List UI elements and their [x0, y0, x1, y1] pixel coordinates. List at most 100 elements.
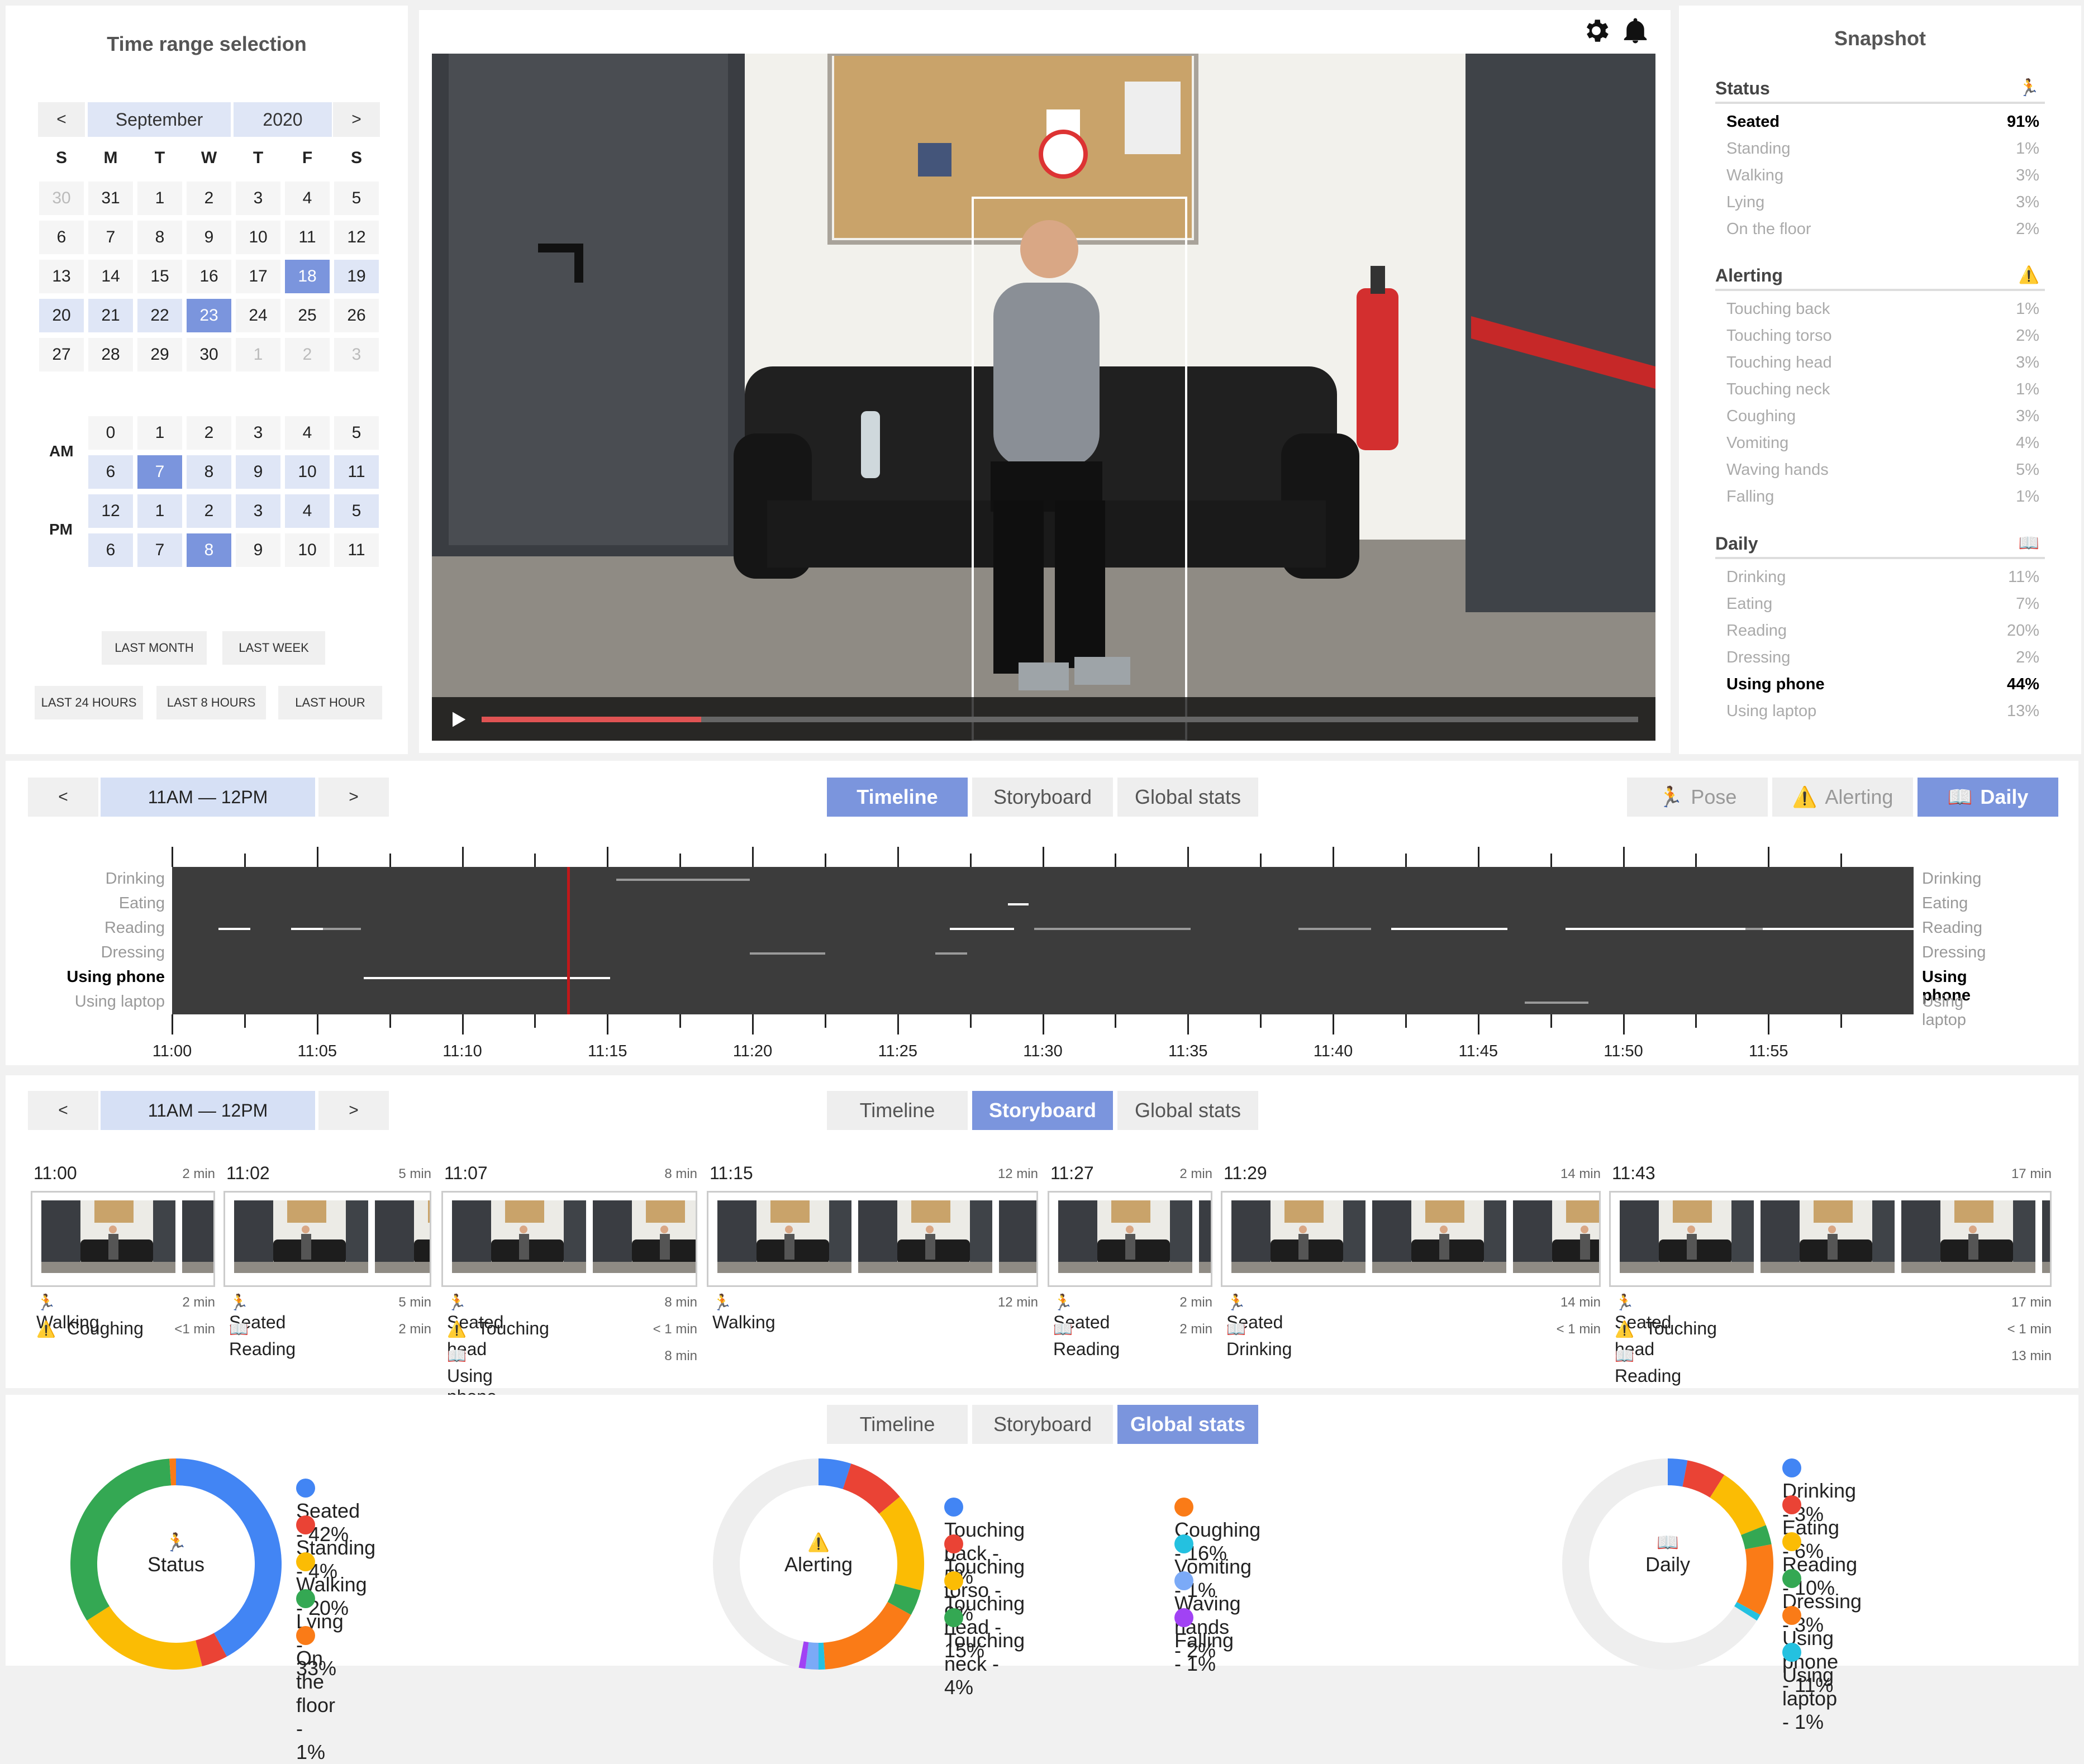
- hour-cell[interactable]: 1: [137, 416, 182, 450]
- tab-global-stats[interactable]: Global stats: [1117, 1405, 1258, 1444]
- tab-storyboard[interactable]: Storyboard: [972, 778, 1113, 817]
- hour-cell[interactable]: 3: [236, 494, 280, 528]
- tab-timeline[interactable]: Timeline: [827, 1091, 968, 1130]
- donut-slice[interactable]: [199, 1645, 220, 1653]
- last-month-button[interactable]: LAST MONTH: [102, 631, 207, 665]
- storyboard-thumbnail[interactable]: [999, 1200, 1038, 1273]
- timeline-segment[interactable]: [323, 928, 361, 930]
- timeline-segment[interactable]: [1008, 903, 1028, 905]
- calendar-day[interactable]: 4: [285, 182, 330, 215]
- tab-timeline[interactable]: Timeline: [827, 1405, 968, 1444]
- filter-pose-button[interactable]: 🏃Pose: [1627, 778, 1768, 817]
- donut-slice[interactable]: [801, 1655, 807, 1656]
- calendar-day[interactable]: 14: [88, 260, 133, 293]
- timeline-prev-button[interactable]: <: [28, 778, 98, 817]
- donut-slice[interactable]: [824, 1608, 899, 1656]
- hour-cell[interactable]: 1: [137, 494, 182, 528]
- hour-cell[interactable]: 10: [285, 533, 330, 567]
- timeline-segment[interactable]: [1566, 928, 1745, 930]
- hour-cell[interactable]: 11: [334, 533, 379, 567]
- calendar-prev-month-button[interactable]: <: [38, 102, 85, 137]
- timeline-segment[interactable]: [1763, 928, 1914, 930]
- calendar-day[interactable]: 3: [334, 338, 379, 371]
- hour-cell[interactable]: 4: [285, 416, 330, 450]
- hour-cell[interactable]: 9: [236, 533, 280, 567]
- tab-global-stats[interactable]: Global stats: [1117, 1091, 1258, 1130]
- tab-storyboard[interactable]: Storyboard: [972, 1405, 1113, 1444]
- hour-cell[interactable]: 12: [88, 494, 133, 528]
- calendar-day[interactable]: 31: [88, 182, 133, 215]
- storyboard-frames[interactable]: [441, 1191, 697, 1287]
- timeline-segment[interactable]: [1034, 928, 1191, 930]
- calendar-day[interactable]: 1: [236, 338, 280, 371]
- storyboard-thumbnail[interactable]: [1761, 1200, 1895, 1273]
- calendar-day[interactable]: 27: [39, 338, 84, 371]
- last-8-hours-button[interactable]: LAST 8 HOURS: [156, 686, 266, 719]
- storyboard-thumbnail[interactable]: [593, 1200, 697, 1273]
- last-hour-button[interactable]: LAST HOUR: [278, 686, 382, 719]
- calendar-day[interactable]: 15: [137, 260, 182, 293]
- timeline-segment[interactable]: [1298, 928, 1371, 930]
- calendar-day[interactable]: 25: [285, 299, 330, 332]
- video-frame[interactable]: [432, 54, 1655, 741]
- storyboard-frames[interactable]: [223, 1191, 431, 1287]
- tab-timeline[interactable]: Timeline: [827, 778, 968, 817]
- donut-slice[interactable]: [1753, 1530, 1758, 1547]
- calendar-day[interactable]: 10: [236, 221, 280, 254]
- hour-cell[interactable]: 11: [334, 455, 379, 489]
- timeline-segment[interactable]: [950, 928, 1014, 930]
- calendar-day[interactable]: 1: [137, 182, 182, 215]
- hour-cell[interactable]: 5: [334, 416, 379, 450]
- calendar-day[interactable]: 18: [285, 260, 330, 293]
- donut-slice[interactable]: [1717, 1486, 1753, 1531]
- calendar-day[interactable]: 5: [334, 182, 379, 215]
- storyboard-thumbnail[interactable]: [234, 1200, 368, 1273]
- timeline-cursor[interactable]: [567, 867, 570, 1014]
- calendar-day[interactable]: 3: [236, 182, 280, 215]
- calendar-day[interactable]: 9: [187, 221, 231, 254]
- calendar-day[interactable]: 17: [236, 260, 280, 293]
- hour-cell[interactable]: 7: [137, 533, 182, 567]
- storyboard-thumbnail[interactable]: [1231, 1200, 1365, 1273]
- filter-alerting-button[interactable]: ⚠️Alerting: [1772, 778, 1913, 817]
- tab-storyboard[interactable]: Storyboard: [972, 1091, 1113, 1130]
- calendar-day[interactable]: 26: [334, 299, 379, 332]
- donut-slice[interactable]: [1749, 1547, 1760, 1608]
- calendar-day[interactable]: 11: [285, 221, 330, 254]
- year-selector[interactable]: 2020: [234, 102, 332, 137]
- video-progress-track[interactable]: [482, 717, 1638, 722]
- storyboard-thumbnail[interactable]: [1901, 1200, 2035, 1273]
- storyboard-thumbnail[interactable]: [1372, 1200, 1506, 1273]
- calendar-day[interactable]: 2: [187, 182, 231, 215]
- storyboard-frames[interactable]: [707, 1191, 1038, 1287]
- timeline-hour-range[interactable]: 11AM — 12PM: [101, 778, 315, 817]
- donut-slice[interactable]: [1685, 1474, 1717, 1486]
- hour-cell[interactable]: 6: [88, 533, 133, 567]
- filter-daily-button[interactable]: 📖Daily: [1918, 778, 2058, 817]
- storyboard-thumbnail[interactable]: [1058, 1200, 1192, 1273]
- month-selector[interactable]: September: [88, 102, 231, 137]
- storyboard-thumbnail[interactable]: [1199, 1200, 1212, 1273]
- hour-cell[interactable]: 5: [334, 494, 379, 528]
- tab-global-stats[interactable]: Global stats: [1117, 778, 1258, 817]
- donut-slice[interactable]: [98, 1613, 199, 1656]
- timeline-canvas[interactable]: [172, 867, 1914, 1014]
- hour-cell[interactable]: 6: [88, 455, 133, 489]
- hour-cell[interactable]: 2: [187, 416, 231, 450]
- storyboard-frames[interactable]: [31, 1191, 215, 1287]
- calendar-day[interactable]: 30: [187, 338, 231, 371]
- timeline-segment[interactable]: [291, 928, 323, 930]
- timeline-segment[interactable]: [750, 952, 793, 955]
- timeline-segment[interactable]: [793, 952, 825, 955]
- storyboard-thumbnail[interactable]: [2042, 1200, 2052, 1273]
- timeline-next-button[interactable]: >: [318, 778, 389, 817]
- donut-slice[interactable]: [1668, 1472, 1685, 1474]
- storyboard-hour-range[interactable]: 11AM — 12PM: [101, 1091, 315, 1130]
- timeline-segment[interactable]: [218, 928, 250, 930]
- hour-cell[interactable]: 7: [137, 455, 182, 489]
- storyboard-thumbnail[interactable]: [452, 1200, 586, 1273]
- hour-cell[interactable]: 0: [88, 416, 133, 450]
- storyboard-thumbnail[interactable]: [717, 1200, 851, 1273]
- storyboard-frames[interactable]: [1048, 1191, 1212, 1287]
- hour-cell[interactable]: 3: [236, 416, 280, 450]
